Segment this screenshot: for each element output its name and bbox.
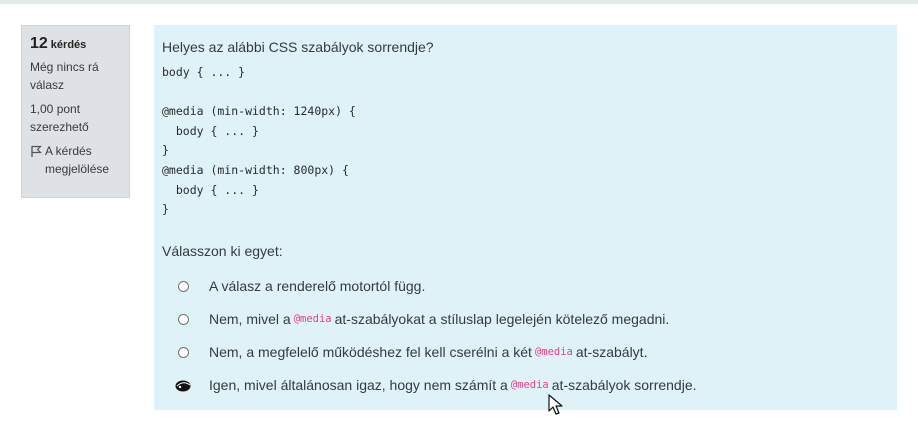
inline-code: @media <box>510 379 549 392</box>
busy-cursor-icon[interactable] <box>174 378 193 393</box>
flag-icon <box>31 145 42 157</box>
answer-text: A válasz a renderelő motortól függ. <box>209 278 426 295</box>
answer-text: Nem, a megfelelő működéshez fel kell cse… <box>209 344 532 361</box>
answer-text-suffix: at-szabályok sorrendje. <box>551 377 697 394</box>
answer-prompt: Válasszon ki egyet: <box>162 242 283 259</box>
radio-button[interactable] <box>178 280 189 292</box>
question-info-panel: 12 kérdés Még nincs rá válasz 1,00 pont s… <box>21 25 130 198</box>
flag-question-link[interactable]: A kérdés megjelölése <box>30 142 121 178</box>
radio-button[interactable] <box>178 313 189 325</box>
answer-text-suffix: at-szabályokat a stíluslap legelején köt… <box>334 311 670 328</box>
question-text: Helyes az alábbi CSS szabályok sorrendje… <box>162 39 434 55</box>
question-content: Helyes az alábbi CSS szabályok sorrendje… <box>154 25 897 410</box>
answer-text: Nem, mivel a <box>209 311 291 328</box>
mouse-pointer-icon <box>548 394 563 415</box>
question-number-value: 12 <box>30 35 48 52</box>
radio-button[interactable] <box>178 346 189 358</box>
question-grade: 1,00 pont szerezhető <box>30 102 89 134</box>
answer-option-3[interactable]: Nem, a megfelelő működéshez fel kell cse… <box>162 336 889 369</box>
answer-list: A válasz a renderelő motortól függ. Nem,… <box>162 270 889 402</box>
code-snippet: body { ... } @media (min-width: 1240px) … <box>162 65 356 217</box>
question-number-label: kérdés <box>50 39 87 51</box>
answer-text: Igen, mivel általánosan igaz, hogy nem s… <box>209 377 508 394</box>
flag-question-label: A kérdés megjelölése <box>45 144 110 176</box>
inline-code: @media <box>534 346 573 359</box>
top-divider <box>0 0 918 4</box>
question-state: Még nincs rá válasz <box>30 60 99 92</box>
question-number: 12 kérdés <box>30 35 121 54</box>
answer-option-4[interactable]: Igen, mivel általánosan igaz, hogy nem s… <box>162 369 889 402</box>
answer-option-1[interactable]: A válasz a renderelő motortól függ. <box>162 270 889 303</box>
answer-option-2[interactable]: Nem, mivel a @media at-szabályokat a stílu… <box>162 303 889 336</box>
answer-text-suffix: at-szabályt. <box>575 344 648 361</box>
inline-code: @media <box>293 313 332 326</box>
